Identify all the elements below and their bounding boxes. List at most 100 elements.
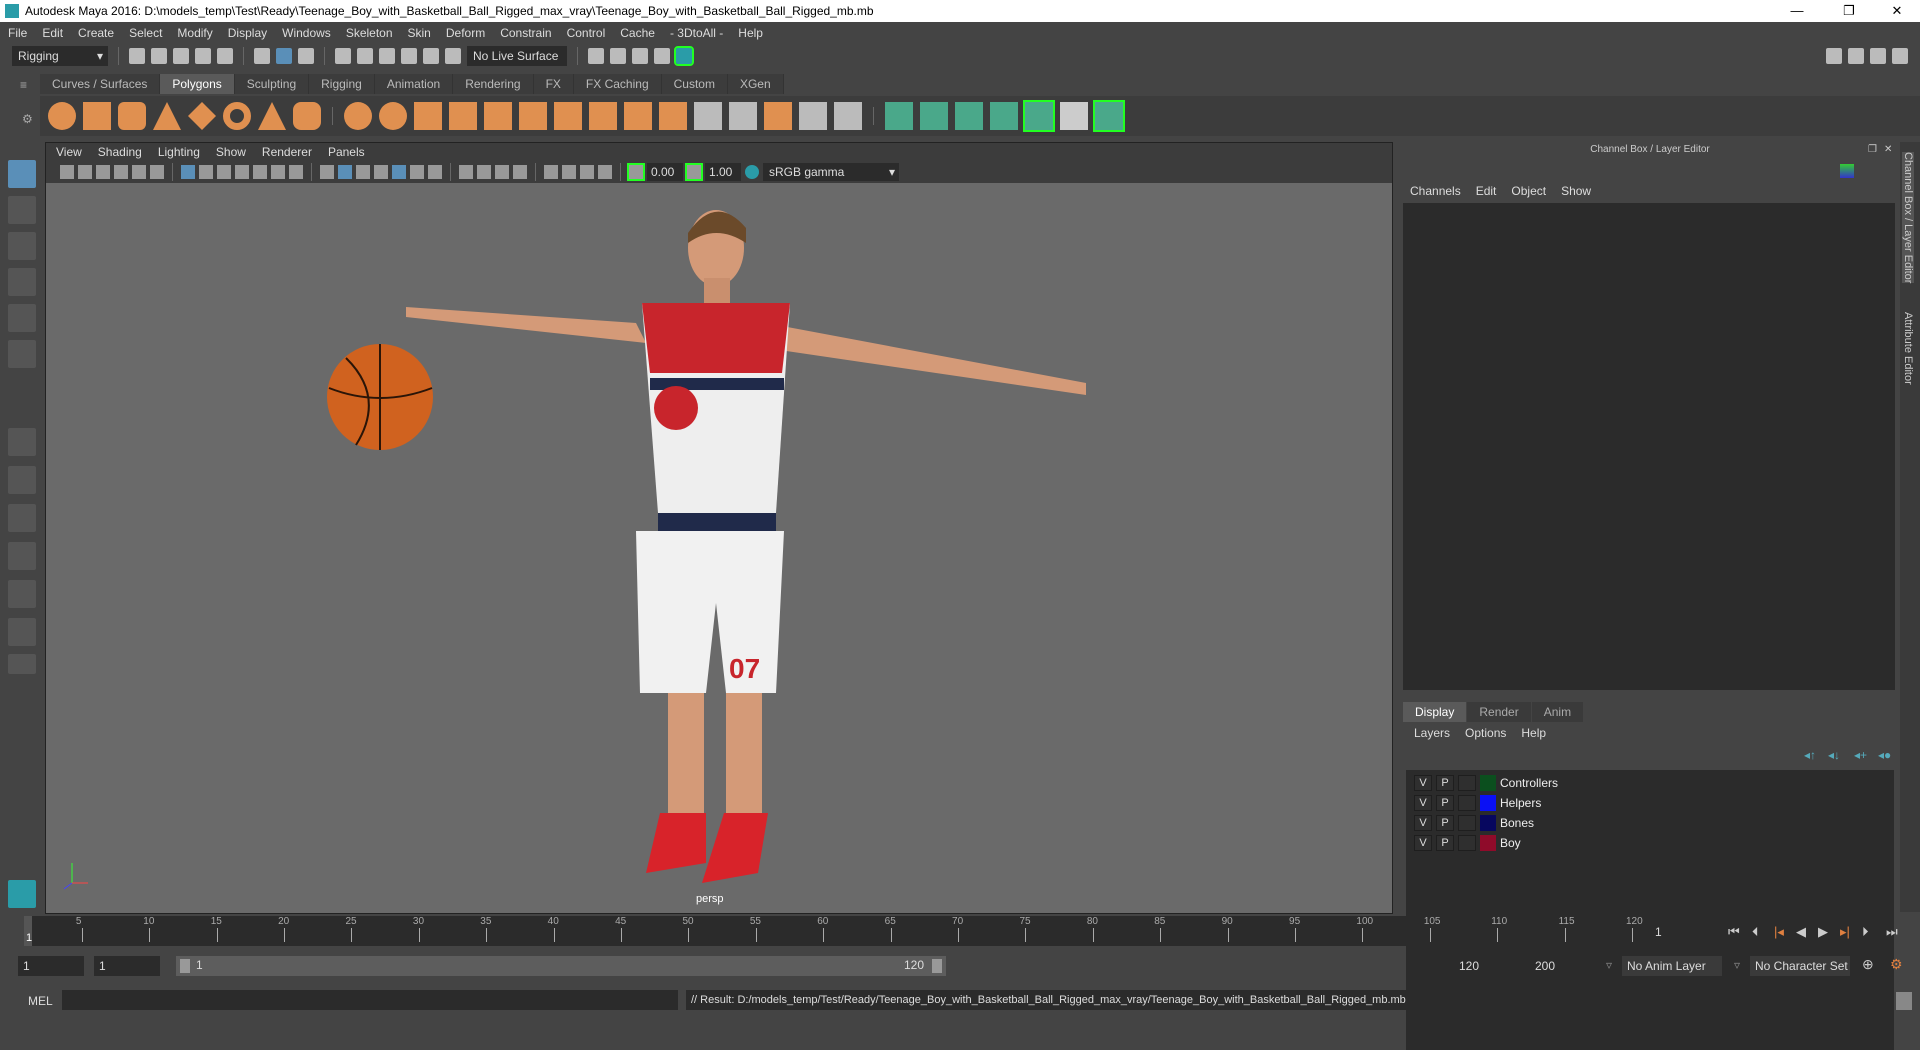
planar-uv-icon[interactable]	[885, 102, 913, 130]
viewport-menu-lighting[interactable]: Lighting	[158, 145, 200, 159]
four-view-layout-icon[interactable]	[8, 466, 36, 494]
make-live-icon[interactable]	[445, 48, 461, 64]
layer-color-swatch[interactable]	[1480, 775, 1496, 791]
persp-hypershade-layout-icon[interactable]	[8, 580, 36, 608]
step-back-frame-icon[interactable]: ⏴	[1752, 924, 1759, 940]
poly-torus-icon[interactable]	[223, 102, 251, 130]
hypershade-icon[interactable]	[674, 46, 694, 66]
automatic-uv-icon[interactable]	[990, 102, 1018, 130]
field-chart-icon[interactable]	[253, 165, 267, 179]
menu-edit[interactable]: Edit	[42, 26, 63, 40]
mirror-icon[interactable]	[414, 102, 442, 130]
snap-point-icon[interactable]	[379, 48, 395, 64]
menu-modify[interactable]: Modify	[177, 26, 212, 40]
visibility-toggle[interactable]: V	[1414, 815, 1432, 831]
visibility-toggle[interactable]: V	[1414, 835, 1432, 851]
gamma-field[interactable]: 1.00	[705, 163, 741, 181]
combine-icon[interactable]	[344, 102, 372, 130]
colorspace-dropdown[interactable]: sRGB gamma ▾	[763, 163, 899, 181]
auto-key-icon[interactable]: ⊕	[1862, 956, 1874, 973]
shelf-tab-polygons[interactable]: Polygons	[160, 74, 235, 94]
shelf-tab-fx-caching[interactable]: FX Caching	[573, 74, 662, 94]
safe-title-icon[interactable]	[289, 165, 303, 179]
uv-editor-icon[interactable]	[1023, 100, 1055, 132]
insert-edge-loop-icon[interactable]	[694, 102, 722, 130]
menu-display[interactable]: Display	[228, 26, 267, 40]
poly-pipe-icon[interactable]	[293, 102, 321, 130]
playback-toggle[interactable]: P	[1436, 815, 1454, 831]
snap-grid-icon[interactable]	[335, 48, 351, 64]
menu-3dtoall[interactable]: - 3DtoAll -	[670, 26, 723, 40]
snap-curve-icon[interactable]	[357, 48, 373, 64]
exposure-icon[interactable]	[627, 163, 645, 181]
float-panel-icon[interactable]: ❐	[1868, 144, 1877, 155]
shelf-tab-rendering[interactable]: Rendering	[453, 74, 534, 94]
shelf-settings-gear-icon[interactable]: ⚙	[22, 112, 33, 126]
current-frame-field[interactable]: 1	[1650, 922, 1720, 942]
animation-preferences-icon[interactable]: ⚙	[1890, 956, 1903, 973]
spherical-uv-icon[interactable]	[955, 102, 983, 130]
xray-active-icon[interactable]	[598, 165, 612, 179]
display-type-toggle[interactable]	[1458, 775, 1476, 791]
visibility-toggle[interactable]: V	[1414, 775, 1432, 791]
range-end-handle[interactable]	[932, 959, 942, 973]
playback-toggle[interactable]: P	[1436, 835, 1454, 851]
go-to-end-icon[interactable]: ⏭	[1886, 924, 1898, 940]
layer-row[interactable]: V P Helpers	[1414, 794, 1541, 812]
layer-row[interactable]: V P Boy	[1414, 834, 1521, 852]
outliner-persp-layout-icon[interactable]	[8, 618, 36, 646]
side-tab-channel-box[interactable]: Channel Box / Layer Editor	[1902, 152, 1914, 284]
menu-create[interactable]: Create	[78, 26, 114, 40]
menu-windows[interactable]: Windows	[282, 26, 331, 40]
exposure-field[interactable]: 0.00	[647, 163, 683, 181]
menu-deform[interactable]: Deform	[446, 26, 485, 40]
checker-icon[interactable]	[1060, 102, 1088, 130]
grid-icon[interactable]	[181, 165, 195, 179]
viewport-menu-panels[interactable]: Panels	[328, 145, 365, 159]
manipulator-icon[interactable]	[1840, 164, 1854, 178]
wireframe-on-shaded-icon[interactable]	[356, 165, 370, 179]
channel-box-toggle-icon[interactable]	[1892, 48, 1908, 64]
time-slider[interactable]: 1 5 10 15 20 25 30 35 40 45 50 55 60 65 70 75 80 85 90 95 1…	[24, 916, 1643, 946]
layer-color-swatch[interactable]	[1480, 835, 1496, 851]
smooth-shade-icon[interactable]	[338, 165, 352, 179]
poly-pyramid-icon[interactable]	[258, 102, 286, 130]
bevel-icon[interactable]	[659, 102, 687, 130]
color-management-toggle-icon[interactable]	[745, 165, 759, 179]
camera-select-icon[interactable]	[60, 165, 74, 179]
layer-menu-options[interactable]: Options	[1465, 726, 1506, 740]
use-default-material-icon[interactable]	[374, 165, 388, 179]
undo-icon[interactable]	[195, 48, 211, 64]
menu-constrain[interactable]: Constrain	[500, 26, 551, 40]
playback-toggle[interactable]: P	[1436, 795, 1454, 811]
close-button[interactable]: ✕	[1874, 0, 1920, 22]
wireframe-icon[interactable]	[320, 165, 334, 179]
motion-blur-icon[interactable]	[477, 165, 491, 179]
menu-file[interactable]: File	[8, 26, 27, 40]
xray-joints-icon[interactable]	[580, 165, 594, 179]
menu-skin[interactable]: Skin	[408, 26, 431, 40]
step-forward-frame-icon[interactable]: ⏵	[1862, 924, 1869, 940]
select-object-icon[interactable]	[276, 48, 292, 64]
layer-menu-help[interactable]: Help	[1521, 726, 1546, 740]
attribute-editor-toggle-icon[interactable]	[1848, 48, 1864, 64]
channel-list[interactable]	[1403, 203, 1895, 690]
shelf-tab-fx[interactable]: FX	[533, 74, 574, 94]
tab-display[interactable]: Display	[1403, 702, 1467, 722]
lasso-tool-icon[interactable]	[8, 196, 36, 224]
viewport-menu-renderer[interactable]: Renderer	[262, 145, 312, 159]
side-tab-attribute-editor[interactable]: Attribute Editor	[1902, 312, 1914, 385]
character-set-dropdown[interactable]: No Character Set	[1750, 956, 1850, 976]
layer-menu-layers[interactable]: Layers	[1414, 726, 1450, 740]
script-language-toggle[interactable]: MEL	[28, 994, 53, 1008]
append-polygon-icon[interactable]	[764, 102, 792, 130]
subdivide-icon[interactable]	[519, 102, 547, 130]
shelf-menu-icon[interactable]: ≡	[20, 78, 27, 92]
range-slider[interactable]: 1 120	[176, 956, 946, 976]
ipr-render-icon[interactable]	[632, 48, 648, 64]
command-line-input[interactable]	[62, 990, 678, 1010]
tool-settings-toggle-icon[interactable]	[1870, 48, 1886, 64]
play-backwards-icon[interactable]: ◀	[1796, 924, 1806, 940]
shelf-tab-sculpting[interactable]: Sculpting	[234, 74, 310, 94]
modeling-toolkit-icon[interactable]	[1826, 48, 1842, 64]
